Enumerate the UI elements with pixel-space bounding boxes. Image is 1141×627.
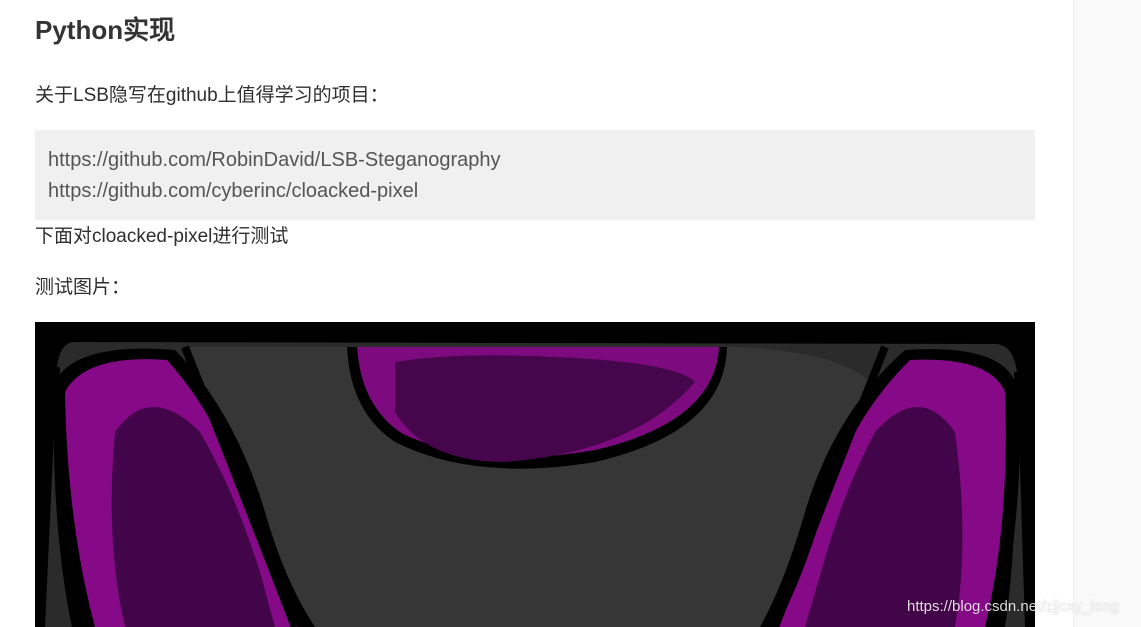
test-image-label: 测试图片： xyxy=(35,277,131,298)
code-block: https://github.com/RobinDavid/LSB-Stegan… xyxy=(35,130,1035,220)
github-link-cloacked-pixel[interactable]: https://github.com/cyberinc/cloacked-pix… xyxy=(48,176,1022,207)
test-image xyxy=(35,322,1035,627)
test-description: 下面对cloacked-pixel进行测试 xyxy=(35,226,289,247)
test-image-artwork xyxy=(35,322,1035,627)
intro-paragraph: 关于LSB隐写在github上值得学习的项目： xyxy=(35,85,389,106)
section-title: Python实现 xyxy=(35,15,176,45)
github-link-lsb-steganography[interactable]: https://github.com/RobinDavid/LSB-Stegan… xyxy=(48,145,1022,176)
right-sidebar-rail xyxy=(1073,0,1141,627)
image-watermark: https://blog.csdn.net/zjjcxy_long xyxy=(907,598,1119,615)
